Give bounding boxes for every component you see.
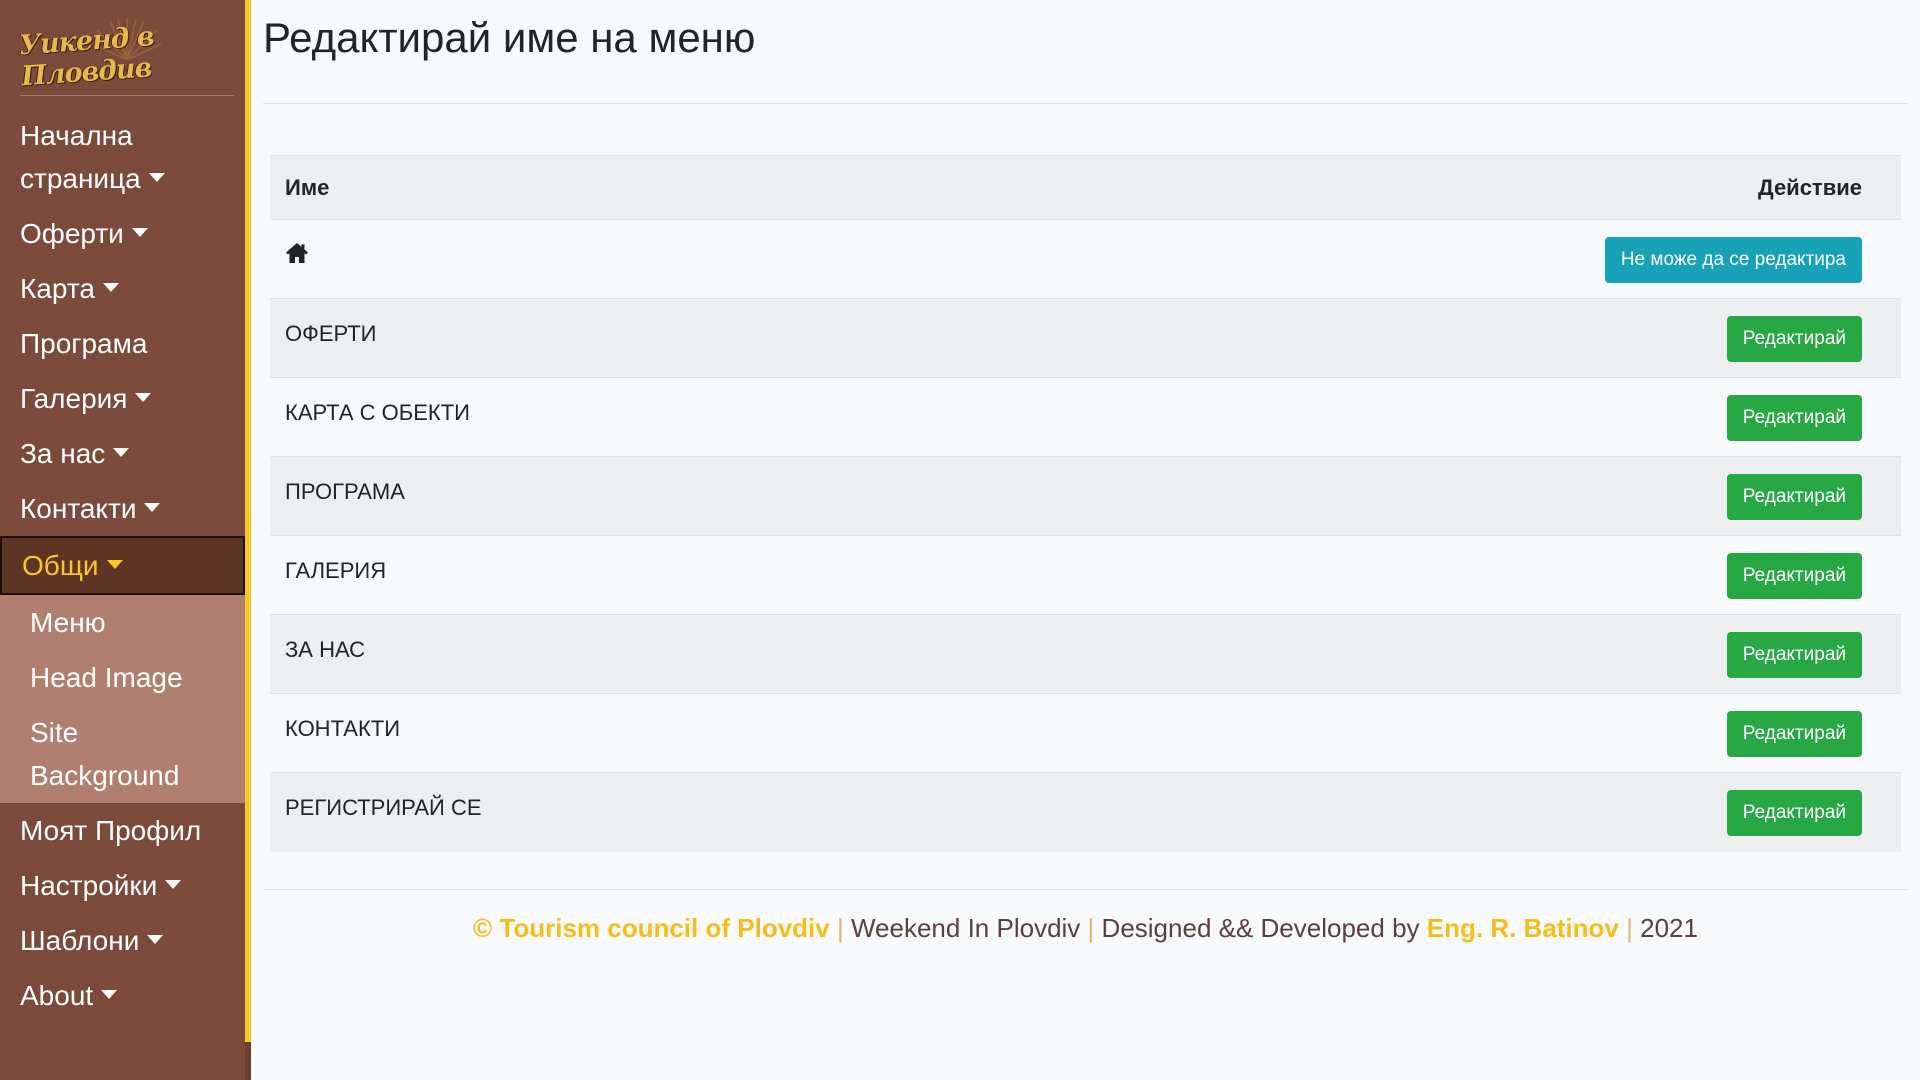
sidebar-item-templates[interactable]: Шаблони — [0, 913, 245, 968]
caret-down-icon — [135, 393, 152, 403]
sidebar-item-map[interactable]: Карта — [0, 261, 245, 316]
sidebar-item-label: Галерия — [20, 383, 128, 414]
sidebar-item-label: Начална страница — [20, 120, 141, 194]
sidebar-nav: Начална страница Оферти Карта Програма Г… — [0, 108, 245, 1023]
sidebar-item-home[interactable]: Начална страница — [0, 108, 245, 206]
sidebar-item-gallery[interactable]: Галерия — [0, 371, 245, 426]
table-cell-name: КАРТА С ОБЕКТИ — [270, 377, 958, 457]
table-cell-action: Редактирай — [957, 614, 1901, 694]
column-header-action: Действие — [957, 155, 1901, 220]
title-divider — [263, 103, 1908, 104]
caret-down-icon — [147, 935, 164, 945]
table-cell-name: ЗА НАС — [270, 614, 958, 694]
sidebar-item-label: Контакти — [20, 493, 137, 524]
table-cell-action: Редактирай — [957, 772, 1901, 852]
edit-button[interactable]: Редактирай — [1726, 632, 1862, 678]
table-row: ОФЕРТИ Редактирай — [270, 298, 1901, 378]
caret-down-icon — [101, 990, 118, 1000]
sidebar-item-label: Общи — [22, 550, 99, 581]
submenu-item-site-background[interactable]: Site Background — [0, 705, 245, 803]
menu-names-table: Име Действие Не може да се редактира ОФЕ… — [270, 155, 1901, 852]
table-cell-name: РЕГИСТРИРАЙ СЕ — [270, 772, 958, 852]
footer-copyright-link[interactable]: © Tourism council of Plovdiv — [473, 913, 830, 943]
caret-down-icon — [144, 503, 161, 513]
table-row: ЗА НАС Редактирай — [270, 614, 1901, 694]
submenu-item-menu[interactable]: Меню — [0, 595, 245, 650]
sidebar-item-about-us[interactable]: За нас — [0, 426, 245, 481]
sidebar: Уикенд в Пловдив Начална страница Оферти… — [0, 0, 245, 1080]
footer-site-name: Weekend In Plovdiv — [850, 913, 1081, 943]
edit-button[interactable]: Редактирай — [1726, 553, 1862, 599]
edit-button[interactable]: Редактирай — [1726, 316, 1862, 362]
table-cell-action: Редактирай — [957, 456, 1901, 536]
table-row: КАРТА С ОБЕКТИ Редактирай — [270, 377, 1901, 457]
table-cell-action: Редактирай — [957, 693, 1901, 773]
caret-down-icon — [106, 560, 123, 570]
sidebar-item-label: За нас — [20, 438, 106, 469]
footer-divider — [263, 889, 1908, 890]
sidebar-item-settings[interactable]: Настройки — [0, 858, 245, 913]
table-row: ПРОГРАМА Редактирай — [270, 456, 1901, 536]
caret-down-icon — [148, 173, 165, 183]
main-content: Редактирай име на меню Име Действие Не м… — [263, 0, 1908, 1080]
footer-separator: | — [1087, 913, 1095, 943]
logo-text: Уикенд в Пловдив — [18, 21, 155, 93]
table-row: ГАЛЕРИЯ Редактирай — [270, 535, 1901, 615]
edit-button[interactable]: Редактирай — [1726, 790, 1862, 836]
sidebar-item-offers[interactable]: Оферти — [0, 206, 245, 261]
table-cell-name — [270, 219, 958, 299]
edit-button[interactable]: Редактирай — [1726, 395, 1862, 441]
table-cell-action: Редактирай — [957, 377, 1901, 457]
footer: © Tourism council of Plovdiv | Weekend I… — [263, 913, 1908, 944]
table-cell-name: ПРОГРАМА — [270, 456, 958, 536]
site-logo[interactable]: Уикенд в Пловдив — [18, 14, 234, 94]
footer-designed-by: Designed && Developed by — [1101, 913, 1420, 943]
sidebar-scrollbar[interactable] — [245, 1042, 251, 1080]
table-row: РЕГИСТРИРАЙ СЕ Редактирай — [270, 772, 1901, 852]
logo-divider — [20, 95, 234, 96]
table-cell-action: Редактирай — [957, 298, 1901, 378]
edit-button[interactable]: Редактирай — [1726, 474, 1862, 520]
caret-down-icon — [102, 283, 119, 293]
sidebar-accent-border — [245, 0, 251, 1042]
caret-down-icon — [165, 880, 182, 890]
page-title: Редактирай име на меню — [263, 14, 756, 61]
table-cell-name: ОФЕРТИ — [270, 298, 958, 378]
sidebar-item-label: Настройки — [20, 870, 158, 901]
footer-author-link[interactable]: Eng. R. Batinov — [1427, 913, 1619, 943]
sidebar-item-label: Моят Профил — [20, 815, 202, 846]
edit-button[interactable]: Редактирай — [1726, 711, 1862, 757]
sidebar-item-label: Оферти — [20, 218, 124, 249]
caret-down-icon — [113, 448, 130, 458]
cannot-edit-button[interactable]: Не може да се редактира — [1604, 237, 1862, 283]
home-icon — [286, 243, 308, 263]
table-cell-action: Не може да се редактира — [957, 219, 1901, 299]
sidebar-item-my-profile[interactable]: Моят Профил — [0, 803, 245, 858]
submenu-item-head-image[interactable]: Head Image — [0, 650, 245, 705]
column-header-name: Име — [270, 155, 958, 220]
caret-down-icon — [131, 228, 148, 238]
sidebar-item-label: Програма — [20, 328, 148, 359]
table-cell-name: КОНТАКТИ — [270, 693, 958, 773]
footer-separator: | — [1626, 913, 1633, 943]
sidebar-item-program[interactable]: Програма — [0, 316, 245, 371]
table-cell-action: Редактирай — [957, 535, 1901, 615]
table-row: Не може да се редактира — [270, 219, 1901, 299]
footer-separator: | — [836, 913, 844, 943]
table-cell-name: ГАЛЕРИЯ — [270, 535, 958, 615]
footer-year: 2021 — [1640, 913, 1698, 943]
table-header-row: Име Действие — [270, 155, 1901, 220]
sidebar-item-general[interactable]: Общи — [0, 536, 245, 595]
sidebar-item-label: Шаблони — [20, 925, 140, 956]
sidebar-item-contacts[interactable]: Контакти — [0, 481, 245, 536]
sidebar-item-label: About — [20, 980, 94, 1011]
sidebar-item-label: Карта — [20, 273, 95, 304]
sidebar-item-about[interactable]: About — [0, 968, 245, 1023]
table-row: КОНТАКТИ Редактирай — [270, 693, 1901, 773]
sidebar-submenu-general: Меню Head Image Site Background — [0, 595, 245, 803]
